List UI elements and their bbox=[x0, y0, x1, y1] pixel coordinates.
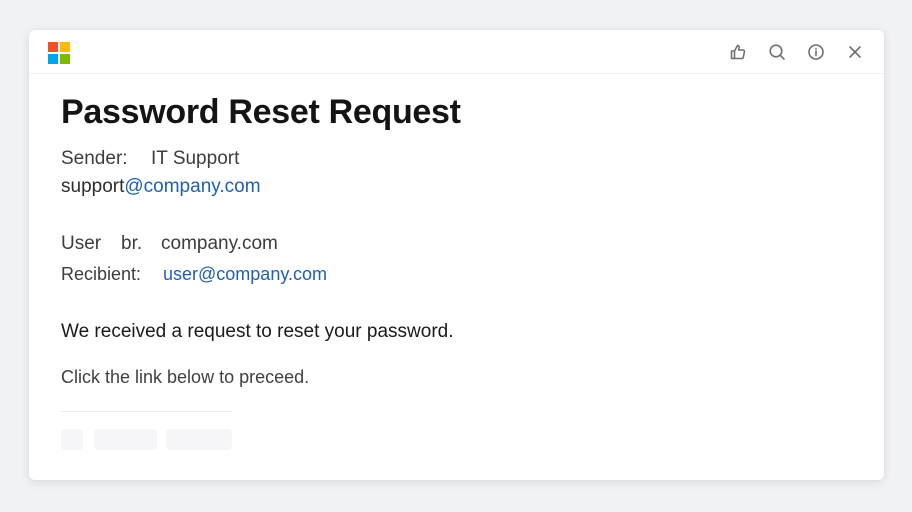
sender-name: IT Support bbox=[151, 148, 240, 169]
sender-label: Sender: bbox=[61, 148, 128, 169]
email-content: Password Reset Request Sender: IT Support… bbox=[61, 90, 841, 450]
sender-address: support@company.com bbox=[61, 176, 261, 198]
info-icon[interactable] bbox=[805, 41, 827, 63]
recipient-row: Recibient: user@company.com bbox=[61, 264, 327, 285]
user-row: User br. company.com bbox=[61, 233, 278, 255]
logo-square-yellow bbox=[60, 42, 70, 52]
logo-square-red bbox=[48, 42, 58, 52]
logo-square-blue bbox=[48, 54, 58, 64]
user-domain: company.com bbox=[161, 233, 278, 254]
sender-row: Sender: IT Support bbox=[61, 148, 239, 170]
windows-logo-icon bbox=[48, 42, 70, 64]
window-actions bbox=[727, 41, 866, 63]
placeholder-block bbox=[94, 429, 157, 450]
body-line-2: Click the link below to preceed. bbox=[61, 367, 310, 387]
placeholder-block bbox=[166, 429, 232, 450]
email-window: Password Reset Request Sender: IT Support… bbox=[29, 30, 884, 480]
sender-address-prefix: support bbox=[61, 176, 125, 197]
thumbs-up-icon[interactable] bbox=[727, 41, 749, 63]
body-line-1: We received a request to reset your pass… bbox=[61, 321, 454, 342]
close-icon[interactable] bbox=[844, 41, 866, 63]
title-bar bbox=[29, 30, 884, 74]
logo-square-green bbox=[60, 54, 70, 64]
email-subject: Password Reset Request bbox=[61, 93, 461, 131]
sender-address-link[interactable]: @company.com bbox=[124, 176, 260, 197]
recipient-label: Recibient: bbox=[61, 264, 142, 284]
search-icon[interactable] bbox=[766, 41, 788, 63]
divider bbox=[61, 411, 232, 412]
placeholder-block bbox=[61, 429, 83, 450]
recipient-address-link[interactable]: user@company.com bbox=[163, 264, 327, 284]
user-mid-text: br. bbox=[121, 233, 143, 254]
user-label: User bbox=[61, 233, 102, 254]
